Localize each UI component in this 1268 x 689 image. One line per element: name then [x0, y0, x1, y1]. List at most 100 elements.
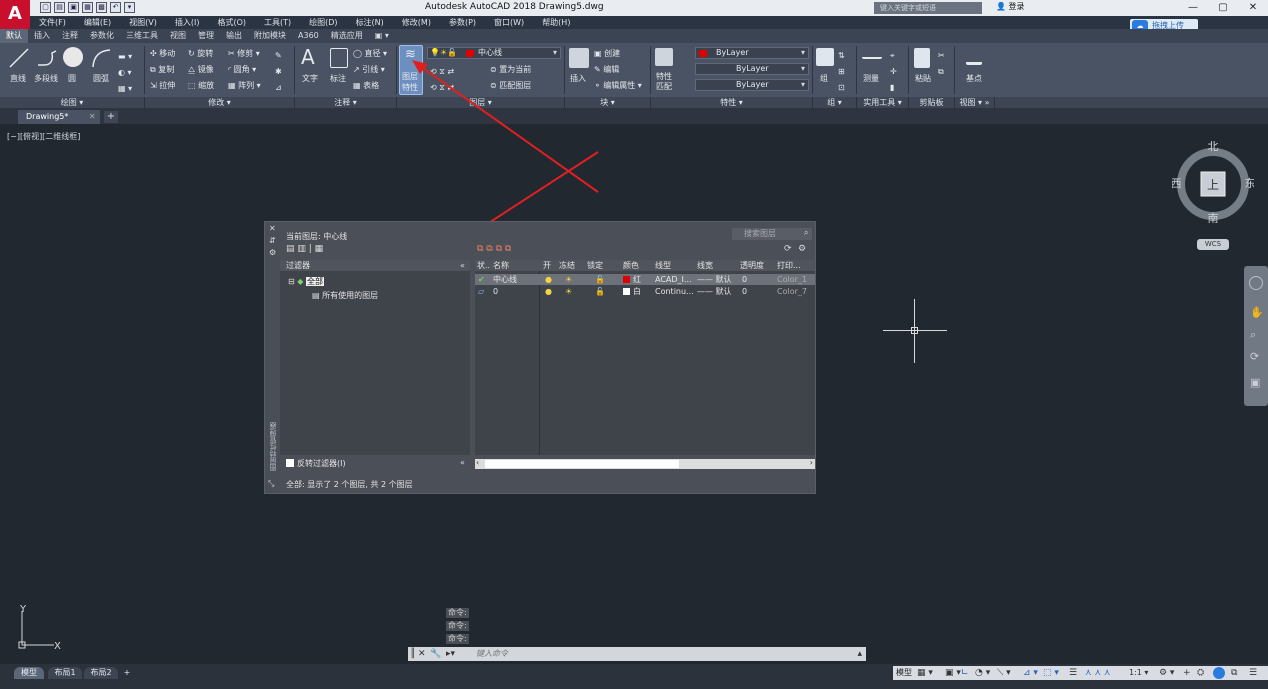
- ucs-icon: Y X: [18, 605, 61, 652]
- palette-side-strip: ✕ ⇵ ⚙ 图层特性管理器 ⤡: [265, 222, 280, 493]
- horizontal-scrollbar[interactable]: ‹ ›: [475, 458, 815, 469]
- row-freeze-icon[interactable]: ☀: [565, 274, 572, 285]
- filter-all-icon: ◆: [297, 277, 304, 286]
- row-color-swatch[interactable]: [623, 288, 630, 295]
- filters-header: 过滤器: [280, 260, 470, 271]
- layer-settings-icon[interactable]: ⚙: [798, 244, 806, 254]
- current-layer-label: 当前图层: 中心线: [286, 232, 348, 241]
- filter-all-node[interactable]: ⊟ ◆ 全部: [288, 276, 324, 287]
- command-history-toggle-icon[interactable]: ▴: [857, 648, 862, 660]
- layer-search-icon[interactable]: ⌕: [804, 228, 808, 238]
- model-space-button[interactable]: 模型: [896, 666, 912, 680]
- refresh-icon[interactable]: ⟳: [784, 244, 792, 254]
- collapse-filters-icon[interactable]: «: [460, 260, 465, 271]
- ucs-y-label: Y: [19, 605, 27, 615]
- filter-used-node[interactable]: ▤ 所有使用的图层: [312, 290, 378, 301]
- grid-icon[interactable]: ▦ ▾: [917, 666, 933, 680]
- row-color-name: 红: [633, 275, 641, 284]
- row-color-name: 白: [633, 287, 641, 296]
- row-freeze-icon[interactable]: ☀: [565, 286, 572, 297]
- units-icon[interactable]: ⛭: [1197, 666, 1204, 680]
- isodraft-icon[interactable]: ⟍ ▾: [997, 666, 1011, 680]
- annotation-monitor-icon[interactable]: +: [1183, 666, 1191, 680]
- col-linetype[interactable]: 线型: [655, 260, 671, 271]
- object-snap-icon[interactable]: ⬚ ▾: [1043, 666, 1059, 680]
- col-name[interactable]: 名称: [493, 260, 509, 271]
- row-on-icon[interactable]: ●: [545, 286, 552, 297]
- table-row[interactable]: ✔ 中心线 ● ☀ 🔓 红 ACAD_I... —— 默认 0 Color_1: [475, 274, 815, 285]
- layout-tab-model[interactable]: 模型: [14, 667, 44, 679]
- scroll-thumb[interactable]: [485, 460, 679, 468]
- row-on-icon[interactable]: ●: [545, 274, 552, 285]
- col-on[interactable]: 开: [543, 260, 551, 271]
- scroll-left-icon[interactable]: ‹: [476, 458, 479, 467]
- scroll-right-icon[interactable]: ›: [810, 458, 813, 467]
- row-lock-icon[interactable]: 🔓: [595, 286, 605, 297]
- row-linetype[interactable]: ACAD_I...: [655, 274, 692, 285]
- filter-all-label: 全部: [305, 277, 324, 286]
- command-recent-icon[interactable]: ▸▾: [446, 648, 455, 660]
- customization-icon[interactable]: ☰: [1249, 666, 1257, 680]
- filters-tree: ⊟ ◆ 全部 ▤ 所有使用的图层: [280, 271, 470, 455]
- workspace-gear-icon[interactable]: ⚙ ▾: [1159, 666, 1174, 680]
- col-transparency[interactable]: 透明度: [740, 260, 764, 271]
- lineweight-display-icon[interactable]: ☰: [1069, 666, 1077, 680]
- command-customize-icon[interactable]: 🔧: [430, 648, 441, 660]
- layer-toolbar-icons[interactable]: ⧉ ⧉ ⧉ ⧉: [477, 244, 511, 254]
- col-status[interactable]: 状..: [477, 260, 490, 271]
- palette-autohide-icon[interactable]: ⇵: [269, 236, 276, 245]
- layer-grid-header: 状.. 名称 开 冻结 锁定 颜色 线型 线宽 透明度 打印...: [475, 260, 815, 271]
- row-color-swatch[interactable]: [623, 276, 630, 283]
- command-input[interactable]: 键入命令: [476, 647, 508, 661]
- layout-tab-layout1[interactable]: 布局1: [48, 667, 82, 679]
- col-plot[interactable]: 打印...: [777, 260, 801, 271]
- annotation-scale-icon[interactable]: ⋏ ⋏ ⋏: [1085, 666, 1111, 680]
- col-freeze[interactable]: 冻结: [559, 260, 575, 271]
- palette-close-icon[interactable]: ✕: [269, 224, 276, 233]
- scale-readout[interactable]: 1:1 ▾: [1129, 666, 1148, 680]
- col-lock[interactable]: 锁定: [587, 260, 603, 271]
- grid-divider: [539, 271, 540, 455]
- row-lineweight[interactable]: —— 默认: [697, 286, 732, 297]
- row-name[interactable]: 中心线: [493, 274, 517, 285]
- row-transparency[interactable]: 0: [742, 274, 747, 285]
- col-color[interactable]: 颜色: [623, 260, 639, 271]
- col-lineweight[interactable]: 线宽: [697, 260, 713, 271]
- row-transparency[interactable]: 0: [742, 286, 747, 297]
- layer-grid: ✔ 中心线 ● ☀ 🔓 红 ACAD_I... —— 默认 0 Color_1 …: [475, 271, 815, 455]
- palette-settings-icon[interactable]: ⚙: [269, 248, 276, 257]
- isolate-objects-icon[interactable]: [1213, 667, 1225, 679]
- row-linetype[interactable]: Continu...: [655, 286, 694, 297]
- ucs-x-label: X: [54, 641, 61, 652]
- row-status-icon: ▱: [478, 287, 485, 296]
- filter-toolbar-icons[interactable]: ▤ ▥ | ▦: [286, 244, 323, 254]
- layer-properties-manager: ✕ ⇵ ⚙ 图层特性管理器 ⤡ 当前图层: 中心线 搜索图层 ⌕ ▤ ▥ | ▦…: [264, 221, 816, 494]
- ortho-icon[interactable]: ∟: [961, 666, 969, 680]
- command-history-line: 命令:: [446, 621, 469, 631]
- layout-tab-layout2[interactable]: 布局2: [84, 667, 118, 679]
- row-lock-icon[interactable]: 🔓: [595, 274, 605, 285]
- clean-screen-icon[interactable]: ⧉: [1231, 666, 1237, 680]
- invert-filter-label: 反转过滤器(I): [297, 459, 346, 468]
- palette-grip-icon[interactable]: ⤡: [268, 479, 274, 489]
- status-bar: 模型 布局1 布局2 + 模型 ▦ ▾ ▣ ▾ ∟ ◔ ▾ ⟍ ▾ ⊿ ▾ ⬚ …: [0, 664, 1268, 689]
- object-snap-tracking-icon[interactable]: ⊿ ▾: [1023, 666, 1038, 680]
- polar-icon[interactable]: ◔ ▾: [975, 666, 990, 680]
- invert-filter-box[interactable]: [286, 459, 294, 467]
- row-name[interactable]: 0: [493, 286, 498, 297]
- snap-icon[interactable]: ▣ ▾: [945, 666, 961, 680]
- add-layout-button[interactable]: +: [120, 667, 134, 679]
- command-history-line: 命令:: [446, 608, 469, 618]
- table-row[interactable]: ▱ 0 ● ☀ 🔓 白 Continu... —— 默认 0 Color_7: [475, 286, 815, 297]
- status-toolbar: 模型 ▦ ▾ ▣ ▾ ∟ ◔ ▾ ⟍ ▾ ⊿ ▾ ⬚ ▾ ☰ ⋏ ⋏ ⋏ 1:1…: [893, 666, 1268, 680]
- command-grip-icon[interactable]: ║: [410, 648, 415, 660]
- command-line[interactable]: ║ ✕ 🔧 ▸▾ 键入命令 ▴: [408, 647, 866, 661]
- command-close-icon[interactable]: ✕: [418, 648, 426, 660]
- invert-filter-checkbox[interactable]: 反转过滤器(I): [286, 458, 346, 469]
- collapse-filters-bottom-icon[interactable]: «: [460, 458, 465, 467]
- layer-search-input[interactable]: 搜索图层: [732, 228, 812, 240]
- filter-used-icon: ▤: [312, 291, 320, 300]
- row-plot-style: Color_1: [777, 275, 807, 284]
- row-lineweight[interactable]: —— 默认: [697, 274, 732, 285]
- layer-summary: 全部: 显示了 2 个图层, 共 2 个图层: [286, 480, 413, 489]
